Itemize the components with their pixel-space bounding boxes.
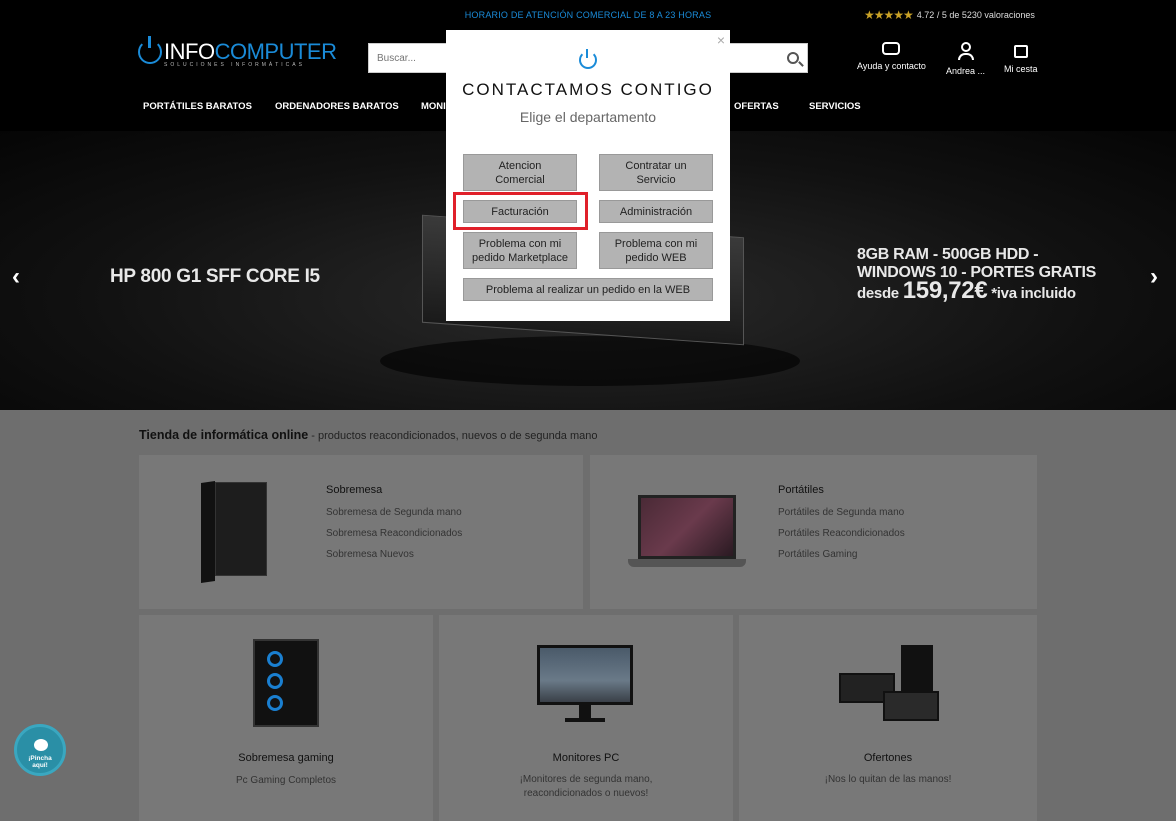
cart-label: Mi cesta	[1004, 64, 1038, 74]
card-link[interactable]: Portátiles Gaming	[778, 549, 857, 560]
highlight-box	[453, 192, 588, 230]
messenger-icon	[34, 739, 48, 751]
cart-button[interactable]: Mi cesta	[1004, 42, 1038, 74]
laptop-image	[628, 495, 746, 575]
category-card-ofertones[interactable]: Ofertones ¡Nos lo quitan de las manos!	[739, 615, 1037, 821]
user-icon	[957, 42, 975, 60]
account-button[interactable]: Andrea ...	[946, 42, 985, 76]
card-link[interactable]: Sobremesa de Segunda mano	[326, 507, 462, 518]
help-contact-button[interactable]: Ayuda y contacto	[857, 42, 926, 71]
power-icon	[579, 49, 597, 69]
nav-item-servicios[interactable]: SERVICIOS	[809, 101, 861, 112]
section-heading: Tienda de informática online - productos…	[139, 428, 598, 442]
nav-item-monitores[interactable]: MONI	[421, 101, 446, 112]
search-icon[interactable]	[787, 52, 799, 64]
card-title[interactable]: Ofertones	[739, 752, 1037, 764]
card-title[interactable]: Sobremesa gaming	[139, 752, 433, 764]
offers-products-image	[835, 643, 939, 733]
desktop-tower-image	[201, 481, 271, 583]
modal-subtitle: Elige el departamento	[519, 109, 657, 125]
problema-realizar-pedido-button[interactable]: Problema al realizar un pedido en la WEB	[463, 278, 713, 301]
modal-title: CONTACTAMOS CONTIGO	[462, 80, 714, 99]
card-title[interactable]: Portátiles	[778, 484, 824, 496]
category-card-sobremesa[interactable]: Sobremesa Sobremesa de Segunda mano Sobr…	[139, 455, 583, 609]
card-title[interactable]: Sobremesa	[326, 484, 382, 496]
slider-next-icon[interactable]: ›	[1150, 263, 1158, 291]
star-icons: ★★★★★	[864, 8, 914, 22]
administracion-button[interactable]: Administración	[599, 200, 713, 223]
help-label: Ayuda y contacto	[857, 61, 926, 71]
category-card-portatiles[interactable]: Portátiles Portátiles de Segunda mano Po…	[590, 455, 1037, 609]
card-description: ¡Monitores de segunda mano, reacondicion…	[519, 774, 653, 799]
logo-text: INFOCOMPUTER	[164, 39, 337, 64]
category-card-monitores[interactable]: Monitores PC ¡Monitores de segunda mano,…	[439, 615, 733, 821]
account-label: Andrea ...	[946, 66, 986, 76]
hero-product-title: HP 800 G1 SFF CORE I5	[110, 266, 320, 287]
problema-marketplace-button[interactable]: Problema con mi pedido Marketplace	[463, 232, 577, 269]
messenger-chat-button[interactable]: ¡Pincha aquí!	[14, 724, 66, 776]
hero-price: desde 159,72€ *iva incluido	[857, 277, 1076, 304]
card-link[interactable]: Sobremesa Reacondicionados	[326, 528, 462, 539]
atencion-comercial-button[interactable]: Atencion Comercial	[463, 154, 577, 191]
card-description: Pc Gaming Completos	[235, 775, 337, 786]
card-link[interactable]: Sobremesa Nuevos	[326, 549, 414, 560]
contact-modal: × CONTACTAMOS CONTIGO Elige el departame…	[446, 30, 730, 321]
nav-item-ordenadores[interactable]: ORDENADORES BARATOS	[275, 101, 399, 112]
shopping-bag-icon	[1013, 45, 1028, 58]
card-title[interactable]: Monitores PC	[439, 752, 733, 764]
gaming-pc-image	[253, 639, 319, 727]
problema-web-button[interactable]: Problema con mi pedido WEB	[599, 232, 713, 269]
card-description: ¡Nos lo quitan de las manos!	[824, 774, 952, 785]
monitor-image	[537, 645, 633, 725]
chat-icon	[882, 42, 901, 55]
slider-prev-icon[interactable]: ‹	[12, 263, 20, 291]
card-link[interactable]: Portátiles de Segunda mano	[778, 507, 904, 518]
power-logo-icon	[138, 36, 162, 64]
hero-product-specs: 8GB RAM - 500GB HDD - WINDOWS 10 - PORTE…	[857, 246, 1097, 304]
rating-widget[interactable]: ★★★★★ 4.72 / 5 de 5230 valoraciones	[864, 8, 1035, 22]
rating-text: 4.72 / 5 de 5230 valoraciones	[916, 10, 1035, 20]
logo-tagline: SOLUCIONES INFORMÁTICAS	[164, 62, 305, 68]
contratar-servicio-button[interactable]: Contratar un Servicio	[599, 154, 713, 191]
close-icon[interactable]: ×	[717, 32, 725, 48]
nav-item-portatiles[interactable]: PORTÁTILES BARATOS	[143, 101, 252, 112]
nav-item-ofertas[interactable]: OFERTAS	[734, 101, 779, 112]
site-logo[interactable]: INFOCOMPUTER SOLUCIONES INFORMÁTICAS	[138, 36, 337, 68]
card-link[interactable]: Portátiles Reacondicionados	[778, 528, 905, 539]
category-card-gaming[interactable]: Sobremesa gaming Pc Gaming Completos	[139, 615, 433, 821]
